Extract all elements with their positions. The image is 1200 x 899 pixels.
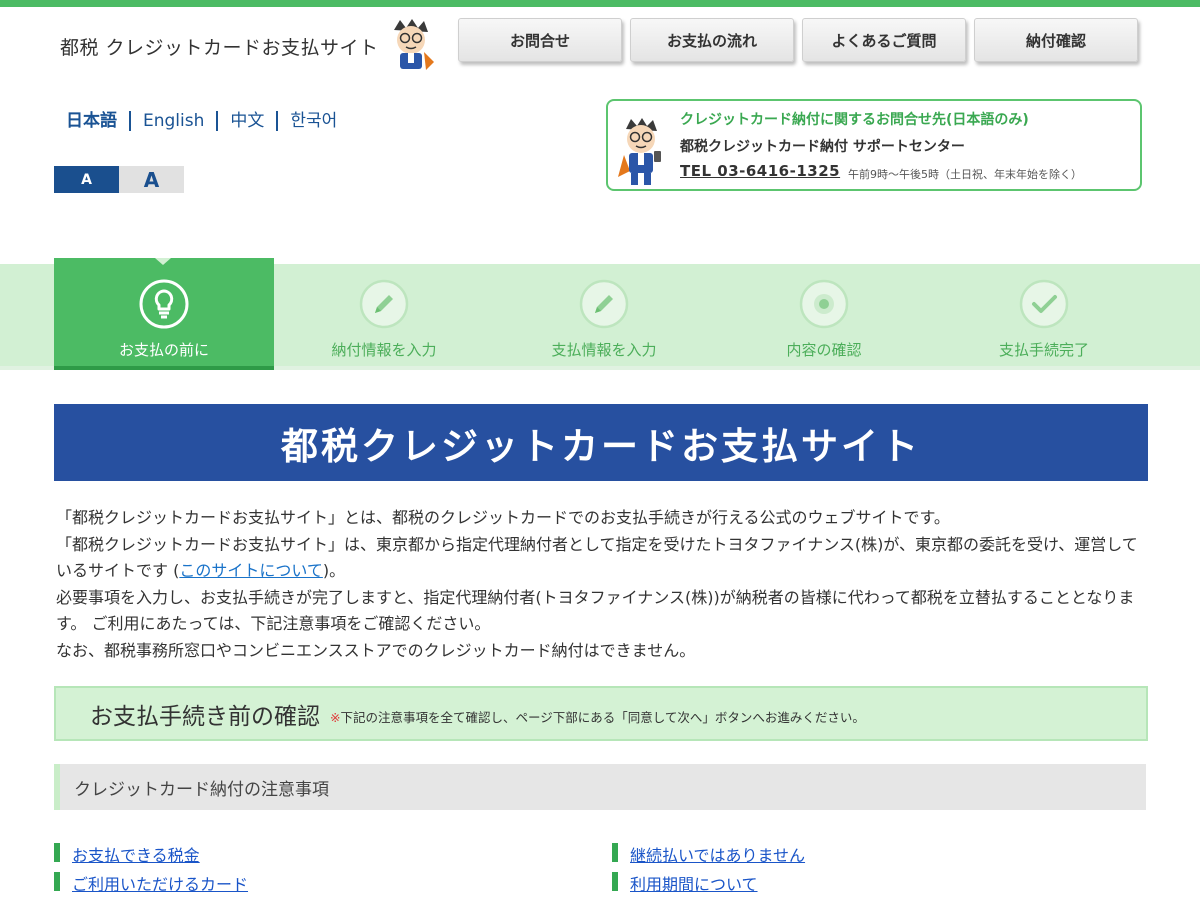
lightbulb-icon [139,279,189,329]
language-switcher: 日本語 English 中文 한국어 [66,111,349,131]
notice-section-heading: クレジットカード納付の注意事項 [54,764,1146,810]
font-size-small-button[interactable]: A [54,166,119,193]
step-confirm: 内容の確認 [714,258,934,370]
link-not-recurring[interactable]: 継続払いではありません [612,842,805,866]
nav-payment-check-button[interactable]: 納付確認 [974,18,1138,62]
pencil-icon [579,279,629,329]
lang-japanese-link[interactable]: 日本語 [66,111,129,131]
intro-text: 「都税クレジットカードお支払サイト」とは、都税のクレジットカードでのお支払手続き… [56,505,1146,665]
link-payable-taxes[interactable]: お支払できる税金 [54,842,200,866]
step-complete: 支払手続完了 [934,258,1154,370]
about-site-link[interactable]: このサイトについて [179,561,323,580]
step-label: 支払手続完了 [998,341,1089,359]
step-tax-info: 納付情報を入力 [274,258,494,370]
global-nav: お問合せ お支払の流れ よくあるご質問 納付確認 [458,18,1138,62]
support-phone[interactable]: TEL 03-6416-1325 [680,162,840,180]
dot-circle-icon [799,279,849,329]
intro-line: なお、都税事務所窓口やコンビニエンスストアでのクレジットカード納付はできません。 [56,640,696,660]
confirm-note: ※下記の注意事項を全て確認し、ページ下部にある「同意して次へ」ボタンへお進みくだ… [330,707,865,726]
nav-contact-button[interactable]: お問合せ [458,18,622,62]
support-center-name: 都税クレジットカード納付 サポートセンター [680,139,965,155]
site-title[interactable]: 都税 クレジットカードお支払サイト [60,33,379,60]
step-label: 支払情報を入力 [551,341,657,359]
intro-line: 「都税クレジットカードお支払サイト」とは、都税のクレジットカードでのお支払手続き… [56,508,950,527]
step-before-payment: お支払の前に [54,258,274,370]
pre-payment-confirm-banner: お支払手続き前の確認 ※下記の注意事項を全て確認し、ページ下部にある「同意して次… [54,686,1148,741]
link-accepted-cards[interactable]: ご利用いただけるカード [54,871,248,895]
step-label: 納付情報を入力 [331,341,437,359]
top-accent-bar [0,0,1200,7]
note-mark: ※ [330,710,341,725]
step-label: 内容の確認 [786,341,862,359]
contact-box: クレジットカード納付に関するお問合せ先(日本語のみ) 都税クレジットカード納付 … [606,99,1142,191]
lang-korean-link[interactable]: 한국어 [276,111,349,131]
lang-chinese-link[interactable]: 中文 [216,111,276,131]
intro-line: 必要事項を入力し、お支払手続きが完了しますと、指定代理納付者(トヨタファイナンス… [56,587,1135,634]
contact-heading: クレジットカード納付に関するお問合せ先(日本語のみ) [680,112,1029,128]
font-size-large-button[interactable]: A [119,166,184,193]
mascot-icon [394,19,434,70]
intro-line: 「都税クレジットカードお支払サイト」は、東京都から指定代理納付者として指定を受け… [56,532,1146,585]
step-label: お支払の前に [118,341,209,359]
check-icon [1019,279,1069,329]
lang-english-link[interactable]: English [129,111,216,131]
page-title: 都税クレジットカードお支払サイト [54,404,1148,481]
mascot-icon [618,118,661,185]
link-usage-period[interactable]: 利用期間について [612,871,758,895]
confirm-title: お支払手続き前の確認 [90,703,320,730]
nav-payment-flow-button[interactable]: お支払の流れ [630,18,794,62]
nav-faq-button[interactable]: よくあるご質問 [802,18,966,62]
step-payment-info: 支払情報を入力 [494,258,714,370]
support-hours: 午前9時～午後5時（土日祝、年末年始を除く） [848,168,1082,181]
confirm-note-text: 下記の注意事項を全て確認し、ページ下部にある「同意して次へ」ボタンへお進みくださ… [340,710,865,725]
progress-steps: お支払の前に 納付情報を入力 支払情報を入力 内容の確認 支払手続完了 [54,258,1154,370]
intro-text-span: )。 [322,561,346,581]
pencil-icon [359,279,409,329]
font-size-switcher: A A [54,166,184,193]
